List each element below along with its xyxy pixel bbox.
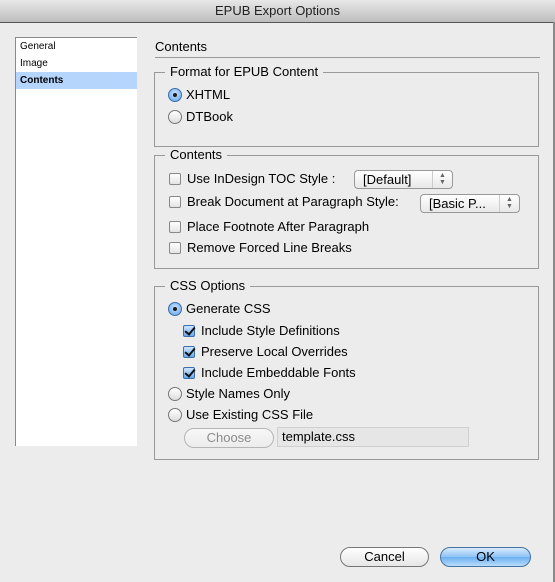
include-style-defs-checkbox[interactable] bbox=[183, 324, 195, 337]
dtbook-label: DTBook bbox=[186, 109, 233, 124]
css-options-legend: CSS Options bbox=[165, 278, 251, 294]
break-doc-popup[interactable]: [Basic P... ▲ ▼ bbox=[420, 194, 520, 213]
footnote-row[interactable]: Place Footnote After Paragraph bbox=[169, 219, 369, 234]
toc-style-value: [Default] bbox=[363, 172, 412, 187]
style-names-only-label: Style Names Only bbox=[186, 386, 291, 401]
toc-style-row[interactable]: Use InDesign TOC Style : bbox=[169, 171, 335, 186]
xhtml-label: XHTML bbox=[186, 87, 231, 102]
line-breaks-row[interactable]: Remove Forced Line Breaks bbox=[169, 240, 352, 255]
dtbook-option[interactable]: DTBook bbox=[168, 109, 233, 124]
line-breaks-label: Remove Forced Line Breaks bbox=[187, 240, 352, 255]
format-group-legend: Format for EPUB Content bbox=[165, 64, 324, 80]
radio-generate-css[interactable] bbox=[168, 301, 182, 316]
generate-css-option[interactable]: Generate CSS bbox=[168, 301, 271, 316]
sidebar-item-image[interactable]: Image bbox=[16, 55, 137, 72]
footnote-checkbox[interactable] bbox=[169, 220, 181, 233]
choose-button[interactable]: Choose bbox=[184, 428, 274, 448]
radio-xhtml[interactable] bbox=[168, 87, 182, 102]
window-title: EPUB Export Options bbox=[215, 3, 340, 18]
include-style-defs-row[interactable]: Include Style Definitions bbox=[183, 323, 340, 338]
title-divider bbox=[155, 57, 540, 58]
css-options-group: CSS Options Generate CSS Include Style D… bbox=[154, 278, 539, 460]
popup-arrows-icon: ▲ ▼ bbox=[432, 171, 452, 188]
format-group: Format for EPUB Content XHTML DTBook bbox=[154, 64, 539, 147]
sidebar-item-contents[interactable]: Contents bbox=[16, 72, 137, 89]
break-doc-label: Break Document at Paragraph Style: bbox=[187, 194, 399, 209]
embed-fonts-row[interactable]: Include Embeddable Fonts bbox=[183, 365, 356, 380]
break-doc-row[interactable]: Break Document at Paragraph Style: bbox=[169, 194, 399, 209]
preserve-overrides-row[interactable]: Preserve Local Overrides bbox=[183, 344, 348, 359]
toc-style-popup[interactable]: [Default] ▲ ▼ bbox=[354, 170, 453, 189]
break-doc-checkbox[interactable] bbox=[169, 195, 181, 208]
contents-group-legend: Contents bbox=[165, 147, 228, 163]
radio-style-names-only[interactable] bbox=[168, 386, 182, 401]
include-style-defs-label: Include Style Definitions bbox=[201, 323, 340, 338]
toc-style-label: Use InDesign TOC Style : bbox=[187, 171, 336, 186]
popup-arrows-icon: ▲ ▼ bbox=[499, 195, 519, 212]
preserve-overrides-checkbox[interactable] bbox=[183, 345, 195, 358]
style-names-only-option[interactable]: Style Names Only bbox=[168, 386, 290, 401]
contents-group: Contents Use InDesign TOC Style : [Defau… bbox=[154, 147, 539, 269]
xhtml-option[interactable]: XHTML bbox=[168, 87, 230, 102]
toc-style-checkbox[interactable] bbox=[169, 172, 181, 185]
embed-fonts-checkbox[interactable] bbox=[183, 366, 195, 379]
preserve-overrides-label: Preserve Local Overrides bbox=[201, 344, 348, 359]
footnote-label: Place Footnote After Paragraph bbox=[187, 219, 370, 234]
page-title: Contents bbox=[155, 39, 208, 54]
css-file-field[interactable]: template.css bbox=[277, 427, 469, 447]
window-titlebar: EPUB Export Options bbox=[0, 0, 555, 23]
break-doc-value: [Basic P... bbox=[429, 196, 486, 211]
radio-dtbook[interactable] bbox=[168, 109, 182, 124]
embed-fonts-label: Include Embeddable Fonts bbox=[201, 365, 356, 380]
existing-css-option[interactable]: Use Existing CSS File bbox=[168, 407, 313, 422]
cancel-button[interactable]: Cancel bbox=[340, 547, 429, 567]
generate-css-label: Generate CSS bbox=[186, 301, 271, 316]
radio-existing-css[interactable] bbox=[168, 407, 182, 422]
sidebar: General Image Contents bbox=[15, 37, 137, 446]
existing-css-label: Use Existing CSS File bbox=[186, 407, 314, 422]
sidebar-item-general[interactable]: General bbox=[16, 38, 137, 55]
ok-button[interactable]: OK bbox=[440, 547, 531, 567]
line-breaks-checkbox[interactable] bbox=[169, 241, 181, 254]
